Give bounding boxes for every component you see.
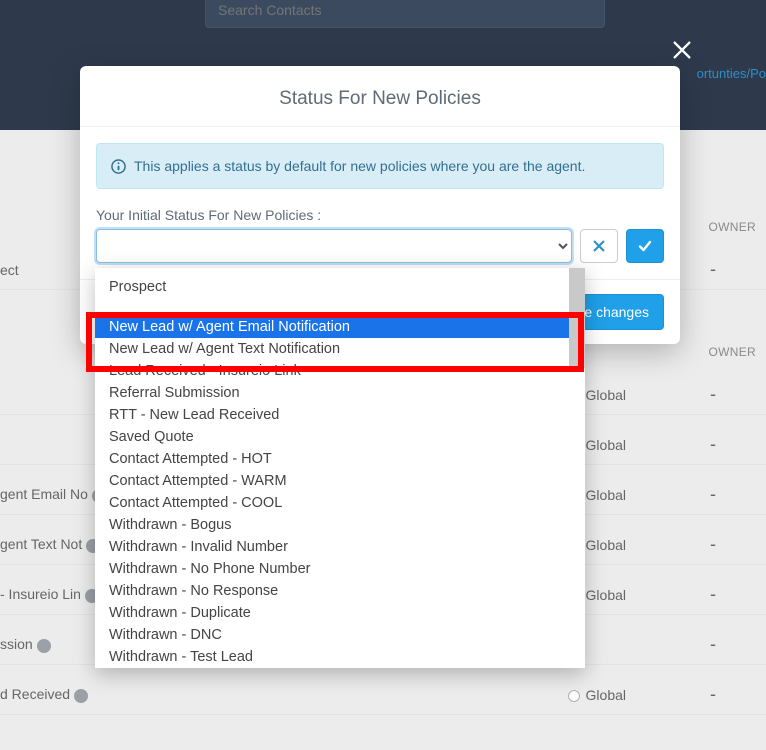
dropdown-option[interactable]: RTT - New Lead Received (95, 404, 585, 426)
dropdown-option[interactable]: Withdrawn - Test Lead (95, 646, 585, 668)
tab-opportunities[interactable]: ortunties/Po (697, 66, 766, 81)
confirm-button[interactable] (626, 229, 664, 263)
status-select[interactable] (96, 229, 572, 263)
table-row: d Received Global - (0, 675, 766, 715)
row-label: gent Email No (0, 486, 106, 502)
row-dash: - (710, 259, 716, 280)
scrollbar[interactable] (569, 268, 585, 368)
row-label: ssion (0, 636, 51, 652)
dropdown-option[interactable]: New Lead w/ Agent Email Notification (95, 316, 585, 338)
row-dash: - (710, 584, 716, 605)
row-dash: - (710, 434, 716, 455)
help-icon (37, 639, 51, 653)
row-dash: - (710, 684, 716, 705)
row-label: d Received (0, 686, 88, 702)
column-header-owner: OWNER (709, 220, 757, 234)
row-label: ect (0, 262, 19, 278)
modal-title: Status For New Policies (96, 88, 664, 110)
dropdown-option[interactable]: Referral Submission (95, 382, 585, 404)
row-label: gent Text Not (0, 536, 100, 552)
dropdown-option[interactable]: Lead Received - Insureio Link (95, 360, 585, 382)
modal-header: Status For New Policies (80, 66, 680, 127)
row-scope: Global (568, 687, 626, 703)
row-dash: - (710, 634, 716, 655)
dropdown-option[interactable]: Saved Quote (95, 426, 585, 448)
dropdown-option[interactable]: Withdrawn - Invalid Number (95, 536, 585, 558)
field-label: Your Initial Status For New Policies : (96, 207, 664, 223)
help-icon (74, 689, 88, 703)
modal-body: This applies a status by default for new… (80, 127, 680, 279)
info-banner: This applies a status by default for new… (96, 143, 664, 189)
dropdown-option[interactable]: Prospect (95, 276, 585, 298)
dropdown-option[interactable]: Contact Attempted - HOT (95, 448, 585, 470)
check-icon (637, 238, 653, 254)
clear-button[interactable] (580, 229, 618, 263)
dropdown-option[interactable]: Withdrawn - DNC (95, 624, 585, 646)
dropdown-option[interactable]: Withdrawn - Duplicate (95, 602, 585, 624)
dropdown-option[interactable]: New Lead w/ Agent Text Notification (95, 338, 585, 360)
dropdown-option[interactable]: Contact Attempted - WARM (95, 470, 585, 492)
row-dash: - (710, 534, 716, 555)
dropdown-option[interactable]: Withdrawn - No Response (95, 580, 585, 602)
row-dash: - (710, 384, 716, 405)
info-text: This applies a status by default for new… (134, 158, 585, 174)
row-label: - Insureio Lin (0, 586, 99, 602)
column-header-owner: OWNER (709, 345, 757, 359)
row-dash: - (710, 484, 716, 505)
info-icon (111, 159, 126, 174)
dropdown-option[interactable]: Withdrawn - Bogus (95, 514, 585, 536)
dropdown-option[interactable]: Withdrawn - No Phone Number (95, 558, 585, 580)
x-icon (592, 239, 606, 253)
dropdown-panel: Prospect New Lead w/ Agent Email Notifica… (95, 268, 585, 668)
search-input[interactable] (205, 0, 605, 28)
close-icon[interactable] (668, 36, 696, 64)
dropdown-option[interactable]: Contact Attempted - COOL (95, 492, 585, 514)
